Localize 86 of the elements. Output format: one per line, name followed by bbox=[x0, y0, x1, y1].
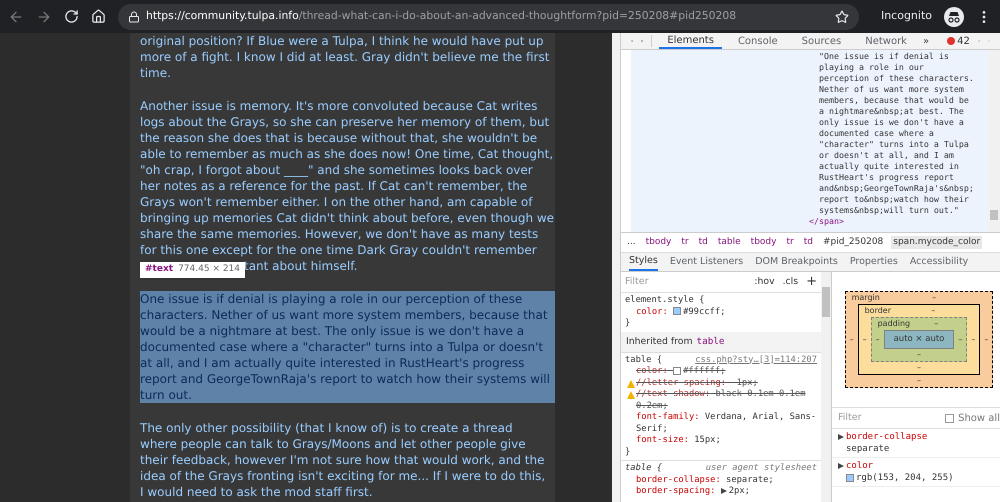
expand-triangle-icon[interactable] bbox=[720, 488, 727, 494]
computed-property[interactable]: color rgb(153, 204, 255) bbox=[832, 458, 1000, 487]
post-paragraph: original position? If Blue were a Tulpa, I think he would have put up more of a fight. I know I did at least. Gray didn't believe me the first time. bbox=[140, 33, 550, 81]
breadcrumb[interactable]: tr bbox=[679, 236, 691, 250]
rule-close: } bbox=[625, 446, 632, 458]
post-paragraph: The only other possibility (that I know of) is to create a thread where people can talk to Grays/Moons and let other people give their feedback, however I'm not sure how that would work, and the idea of the Grays fronting isn't exciting for me... If I were to do this, I would need to ask the mod staff first. bbox=[140, 420, 546, 500]
box-value: – bbox=[932, 292, 936, 304]
star-icon[interactable] bbox=[834, 10, 849, 24]
box-value: – bbox=[984, 334, 988, 346]
box-value: – bbox=[916, 362, 921, 374]
scrollbar[interactable] bbox=[821, 272, 831, 502]
box-value: – bbox=[916, 374, 921, 387]
breadcrumb[interactable]: tbody bbox=[748, 236, 778, 250]
rule-selector: table { bbox=[625, 463, 662, 474]
error-count[interactable]: 42 bbox=[947, 34, 970, 48]
incognito-icon[interactable] bbox=[944, 6, 964, 26]
box-value: – bbox=[934, 318, 938, 330]
breadcrumb[interactable]: span.mycode_color bbox=[891, 236, 982, 250]
reload-icon[interactable] bbox=[64, 9, 79, 24]
expand-triangle-icon[interactable] bbox=[838, 462, 844, 469]
address-bar[interactable]: https://community.tulpa.info/thread-what-can-i-do-about-an-advanced-thoughtform?pid=250208#pid250208 bbox=[118, 4, 859, 30]
box-value: – bbox=[876, 334, 880, 346]
color-swatch[interactable] bbox=[846, 474, 854, 482]
post-paragraph: One issue is if denial is playing a role in our perception of these characters. Nether of us want more system members, because that would be a nightmare at best. The only issue is we don't have a documented case where a "character" turns into a Tulpa or doesn't at all, and I am actually quite interested in RustHeart's progress report and GeorgeTownRaja's report to watch how their systems will turn out. bbox=[140, 291, 555, 403]
show-all-label: Show all bbox=[958, 412, 1000, 426]
rule-selector: element.style { bbox=[625, 295, 704, 306]
css-declaration[interactable]: border-collapse: separate; bbox=[636, 474, 774, 486]
devtools-tab[interactable]: Network bbox=[857, 33, 915, 49]
more-tabs[interactable]: » bbox=[922, 34, 930, 48]
css-declaration[interactable]: border-spacing: 2px; bbox=[636, 486, 750, 498]
lock-icon bbox=[128, 10, 140, 22]
box-model-content: auto × auto bbox=[884, 330, 954, 349]
add-rule-button[interactable]: + bbox=[806, 272, 817, 292]
devtools-tab[interactable]: Sources bbox=[794, 33, 850, 49]
box-label: padding bbox=[876, 318, 910, 330]
styles-tab[interactable]: Properties bbox=[850, 253, 898, 271]
devtools-tab[interactable]: Console bbox=[730, 33, 786, 49]
breadcrumb[interactable]: td bbox=[802, 236, 815, 250]
box-value: – bbox=[862, 334, 867, 346]
box-value: – bbox=[916, 348, 921, 361]
rule-close: } bbox=[625, 318, 632, 330]
scrollbar[interactable] bbox=[612, 33, 620, 502]
rule-selector: table { bbox=[625, 354, 662, 366]
inherited-label: Inherited from bbox=[626, 334, 693, 348]
box-label: border bbox=[864, 305, 892, 318]
styles-tab[interactable]: Event Listeners bbox=[670, 253, 744, 271]
show-all-checkbox[interactable] bbox=[945, 414, 954, 422]
url-text: https://community.tulpa.info/thread-what-can-i-do-about-an-advanced-thoughtform?pid=250208#pid250208 bbox=[146, 8, 738, 24]
dom-close-tag: </span> bbox=[809, 216, 844, 227]
breadcrumb[interactable]: td bbox=[696, 236, 710, 250]
box-label: margin bbox=[850, 292, 880, 304]
profile-label: Incognito bbox=[880, 8, 932, 24]
styles-tab[interactable]: DOM Breakpoints bbox=[755, 253, 838, 271]
breadcrumb[interactable]: #pid_250208 bbox=[820, 236, 886, 250]
dom-text: "One issue is if denial is playing a role in our perception of these characters. Nether of us want more system members, because that would be a nightmare&nbsp;at best. The only issue is we don't have a documented case where a "character" turns into a Tulpa or doesn't at all, and I am actually quite interested in RustHeart's progress report and&nbsp;GeorgeTownRaja's&nbsp; report to&nbsp;watch how their systems&nbsp;will turn out." bbox=[819, 51, 974, 216]
cls-toggle[interactable]: .cls bbox=[782, 275, 798, 289]
forward-icon[interactable] bbox=[36, 8, 52, 24]
computed-property[interactable]: border-collapse separate bbox=[832, 429, 1000, 458]
post-text-fragment: tant about himself. bbox=[244, 258, 358, 274]
expand-triangle-icon[interactable] bbox=[838, 434, 844, 440]
size-label: 774.45 × 214 bbox=[178, 263, 240, 276]
breadcrumb[interactable]: tbody bbox=[644, 236, 674, 250]
rule-source[interactable]: css.php?sty…[3]=114:207 bbox=[695, 354, 817, 366]
inherited-tag[interactable]: table bbox=[696, 334, 725, 348]
rule-source[interactable]: user agent stylesheet bbox=[706, 463, 817, 474]
box-value: – bbox=[971, 334, 976, 346]
css-declaration[interactable]: font-size: 15px; bbox=[636, 435, 721, 446]
color-swatch[interactable] bbox=[673, 307, 682, 316]
box-value: – bbox=[850, 334, 854, 346]
home-icon[interactable] bbox=[91, 9, 106, 24]
styles-tab[interactable]: Accessibility bbox=[910, 253, 968, 271]
scrollbar[interactable] bbox=[988, 50, 1000, 232]
css-declaration[interactable]: //letter-spacing: -1px; bbox=[636, 378, 758, 389]
breadcrumb[interactable]: ... bbox=[625, 236, 638, 250]
box-value: – bbox=[958, 334, 962, 346]
breadcrumb[interactable]: tr bbox=[784, 236, 796, 250]
color-swatch[interactable] bbox=[673, 366, 682, 375]
hov-toggle[interactable]: :hov bbox=[754, 275, 775, 289]
css-declaration[interactable]: color: #ffffff; bbox=[636, 366, 726, 378]
back-icon[interactable] bbox=[8, 8, 24, 24]
css-declaration[interactable]: //text-shadow: black 0.1em 0.1em 0.2em; bbox=[636, 389, 817, 412]
css-declaration[interactable]: color: #99ccff; bbox=[636, 306, 726, 318]
box-value: – bbox=[931, 305, 936, 318]
css-declaration[interactable]: font-family: Verdana, Arial, Sans-Serif; bbox=[636, 412, 817, 435]
node-label: #text bbox=[145, 263, 174, 276]
breadcrumb[interactable]: table bbox=[716, 236, 743, 250]
